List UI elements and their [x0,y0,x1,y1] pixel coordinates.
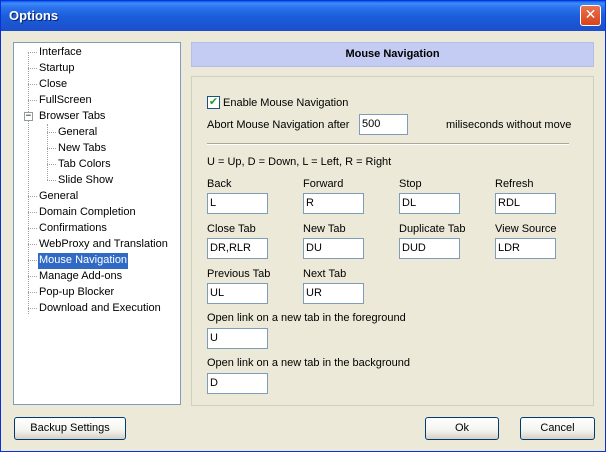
gesture-label-stop: Stop [399,178,422,190]
close-icon[interactable]: ✕ [580,5,601,26]
gesture-label-new-tab: New Tab [303,223,346,235]
gesture-label-refresh: Refresh [495,178,534,190]
gesture-input-forward[interactable]: R [303,193,364,214]
tree-item-confirmations[interactable]: Confirmations [38,221,108,237]
tree-item-general[interactable]: General [38,189,79,205]
enable-mouse-navigation-label[interactable]: Enable Mouse Navigation [223,97,348,109]
gesture-input-refresh[interactable]: RDL [495,193,556,214]
gesture-label-duplicate-tab: Duplicate Tab [399,223,466,235]
tree-item-startup[interactable]: Startup [38,61,75,77]
direction-legend: U = Up, D = Down, L = Left, R = Right [207,156,392,168]
backup-settings-button[interactable]: Backup Settings [14,417,126,440]
collapse-icon[interactable]: − [24,112,33,121]
tree-item-domain-completion[interactable]: Domain Completion [38,205,137,221]
gesture-label-next-tab: Next Tab [303,268,347,280]
foreground-label: Open link on a new tab in the foreground [207,312,406,324]
options-window: Options ✕ − Interface Startup Close Full… [0,0,606,452]
window-title: Options [9,8,59,23]
tree-item-popup-blocker[interactable]: Pop-up Blocker [38,285,115,301]
foreground-input[interactable]: U [207,328,268,349]
tree-item-manage-addons[interactable]: Manage Add-ons [38,269,123,285]
gesture-label-view-source: View Source [495,223,557,235]
gesture-input-stop[interactable]: DL [399,193,460,214]
gesture-input-duplicate-tab[interactable]: DUD [399,238,460,259]
enable-mouse-navigation-checkbox[interactable]: ✔ [207,96,220,109]
tree-item-new-tabs[interactable]: New Tabs [57,141,107,157]
gesture-label-previous-tab: Previous Tab [207,268,271,280]
abort-unit-label: miliseconds without move [446,119,572,131]
ok-button[interactable]: Ok [425,417,499,440]
gesture-label-close-tab: Close Tab [207,223,256,235]
abort-ms-input[interactable]: 500 [359,114,408,135]
tree-item-download-execution[interactable]: Download and Execution [38,301,162,317]
cancel-button[interactable]: Cancel [520,417,595,440]
tree-item-fullscreen[interactable]: FullScreen [38,93,93,109]
separator [207,143,569,145]
tree-item-slide-show[interactable]: Slide Show [57,173,114,189]
tree-item-browser-tabs[interactable]: Browser Tabs [38,109,106,125]
mouse-navigation-panel: ✔ Enable Mouse Navigation Abort Mouse Na… [191,76,594,406]
options-tree[interactable]: − Interface Startup Close FullScreen Bro… [13,42,181,405]
gesture-input-previous-tab[interactable]: UL [207,283,268,304]
tree-item-interface[interactable]: Interface [38,45,83,61]
gesture-input-close-tab[interactable]: DR,RLR [207,238,268,259]
gesture-input-back[interactable]: L [207,193,268,214]
tree-item-close[interactable]: Close [38,77,68,93]
gesture-input-view-source[interactable]: LDR [495,238,556,259]
tree-item-tabs-general[interactable]: General [57,125,98,141]
tree-item-tab-colors[interactable]: Tab Colors [57,157,112,173]
section-header: Mouse Navigation [191,42,594,67]
gesture-input-new-tab[interactable]: DU [303,238,364,259]
background-label: Open link on a new tab in the background [207,357,411,369]
title-bar[interactable]: Options ✕ [1,1,605,31]
abort-label: Abort Mouse Navigation after [207,119,350,131]
tree-item-mouse-navigation[interactable]: Mouse Navigation [38,253,129,269]
gesture-input-next-tab[interactable]: UR [303,283,364,304]
gesture-label-forward: Forward [303,178,344,190]
gesture-label-back: Back [207,178,232,190]
background-input[interactable]: D [207,373,268,394]
tree-item-webproxy[interactable]: WebProxy and Translation [38,237,169,253]
